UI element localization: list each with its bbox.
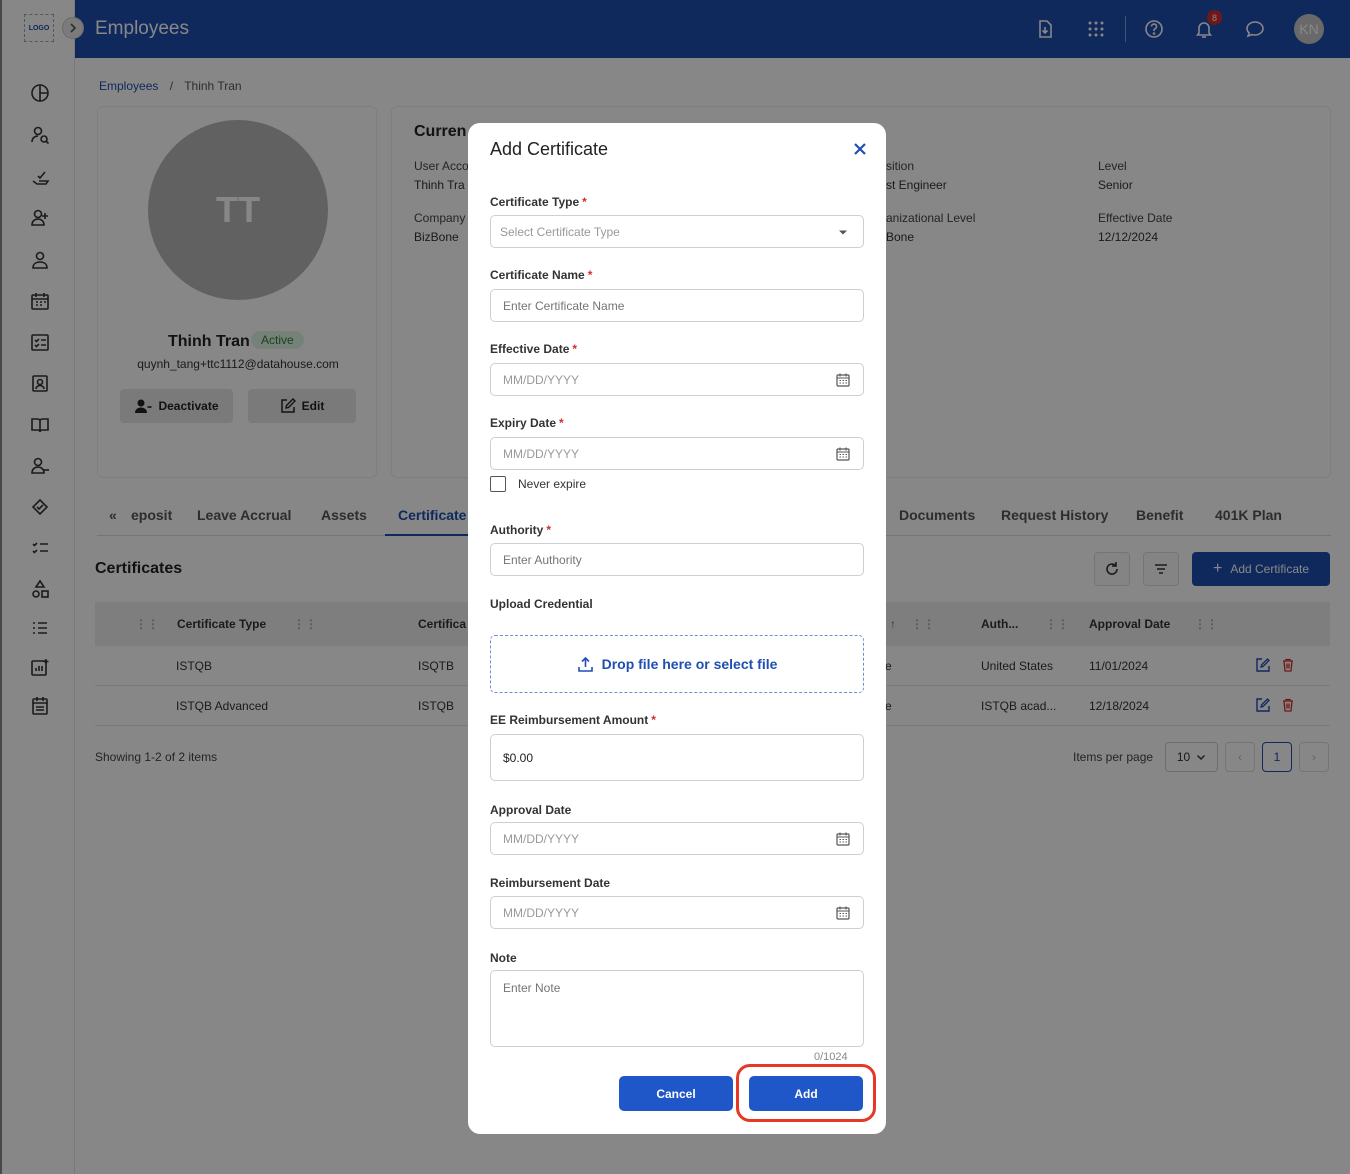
approval-date-input[interactable]: MM/DD/YYYY xyxy=(490,822,864,855)
certificate-type-placeholder: Select Certificate Type xyxy=(500,224,620,239)
effective-date-placeholder: MM/DD/YYYY xyxy=(503,372,580,387)
add-certificate-modal: Add Certificate Certificate Type * Select… xyxy=(468,123,886,1134)
reimbursement-date-placeholder: MM/DD/YYYY xyxy=(503,905,580,920)
modal-title: Add Certificate xyxy=(490,139,609,159)
certificate-name-input[interactable] xyxy=(490,289,864,322)
calendar-icon[interactable] xyxy=(835,446,851,462)
close-button[interactable] xyxy=(851,140,869,158)
note-label: Note xyxy=(490,951,517,965)
effective-date-input[interactable]: MM/DD/YYYY xyxy=(490,363,864,396)
expiry-date-input[interactable]: MM/DD/YYYY xyxy=(490,437,864,470)
certificate-type-label: Certificate Type * xyxy=(490,195,587,209)
upload-icon xyxy=(577,656,593,672)
dropdown-caret-icon xyxy=(839,230,847,235)
calendar-icon[interactable] xyxy=(835,905,851,921)
expiry-date-placeholder: MM/DD/YYYY xyxy=(503,446,580,461)
file-dropzone[interactable]: Drop file here or select file xyxy=(490,635,864,693)
authority-input[interactable] xyxy=(490,543,864,576)
approval-date-label: Approval Date xyxy=(490,803,572,817)
reimbursement-amount-label: EE Reimbursement Amount * xyxy=(490,713,656,727)
reimbursement-date-label: Reimbursement Date xyxy=(490,876,611,890)
certificate-name-label: Certificate Name * xyxy=(490,268,593,282)
calendar-icon[interactable] xyxy=(835,372,851,388)
cancel-button[interactable]: Cancel xyxy=(619,1076,733,1111)
add-button-highlight xyxy=(736,1064,876,1122)
certificate-type-select[interactable]: Select Certificate Type xyxy=(490,215,864,248)
reimbursement-date-input[interactable]: MM/DD/YYYY xyxy=(490,896,864,929)
never-expire-label[interactable]: Never expire xyxy=(518,477,586,491)
never-expire-checkbox[interactable] xyxy=(490,476,506,492)
note-textarea[interactable] xyxy=(490,970,864,1047)
expiry-date-label: Expiry Date * xyxy=(490,416,564,430)
note-char-counter: 0/1024 xyxy=(814,1051,848,1063)
effective-date-label: Effective Date * xyxy=(490,342,578,356)
approval-date-placeholder: MM/DD/YYYY xyxy=(503,831,580,846)
reimbursement-amount-value: $0.00 xyxy=(503,750,534,765)
authority-label: Authority * xyxy=(490,523,551,537)
calendar-icon[interactable] xyxy=(835,831,851,847)
dropzone-text: Drop file here or select file xyxy=(601,656,778,672)
close-icon xyxy=(854,143,866,155)
reimbursement-amount-input[interactable]: $0.00 xyxy=(490,734,864,781)
upload-credential-label: Upload Credential xyxy=(490,597,593,611)
